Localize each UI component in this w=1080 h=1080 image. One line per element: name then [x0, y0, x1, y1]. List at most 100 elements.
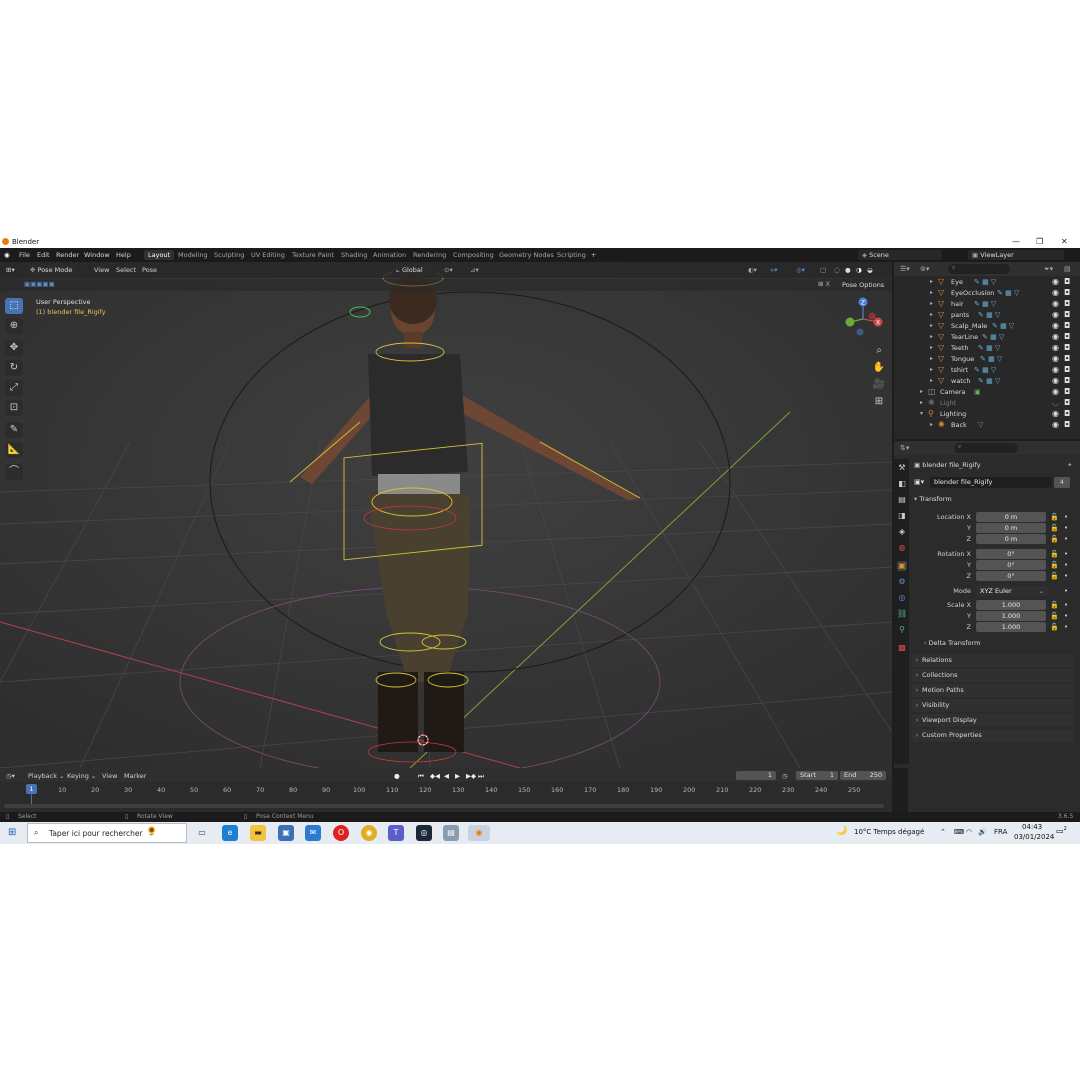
- select-mode-icons[interactable]: ▣▣▣▣▣: [24, 280, 55, 288]
- move-tool[interactable]: ✥: [5, 340, 23, 356]
- visibility-icon[interactable]: ◐▾: [748, 266, 757, 274]
- outliner-editor-icon[interactable]: ☰▾: [900, 265, 910, 273]
- outliner-row[interactable]: ▸ ▽ Teeth ✎ ▦ ▽ ◉ ◘: [894, 343, 1080, 354]
- rotation-z-field[interactable]: 0°: [976, 571, 1046, 581]
- zoom-icon[interactable]: ⌕: [872, 344, 886, 358]
- texture-tab-icon[interactable]: ▩: [897, 643, 907, 653]
- mail-icon[interactable]: ✉: [305, 825, 321, 841]
- menu-help[interactable]: Help: [116, 251, 131, 259]
- tab-shading[interactable]: Shading: [341, 251, 367, 259]
- outliner-row[interactable]: ▸ ▽ Tongue ✎ ▦ ▽ ◉ ◘: [894, 354, 1080, 365]
- menu-file[interactable]: File: [19, 251, 30, 259]
- jump-start-icon[interactable]: ⏮: [418, 772, 424, 781]
- shading-material-icon[interactable]: ◑: [856, 266, 862, 274]
- lock-icon[interactable]: 🔓: [1050, 572, 1059, 580]
- lock-icon[interactable]: 🔓: [1050, 561, 1059, 569]
- viewport-menu-pose[interactable]: Pose: [142, 266, 157, 274]
- motion-paths-panel[interactable]: › Motion Paths: [912, 684, 1074, 697]
- tab-animation[interactable]: Animation: [373, 251, 406, 259]
- current-frame-indicator[interactable]: 1: [26, 784, 37, 794]
- measure-tool[interactable]: 📐: [5, 442, 23, 458]
- tray-chevron-icon[interactable]: ⌃: [940, 828, 946, 836]
- render-tab-icon[interactable]: ◧: [897, 479, 907, 489]
- world-tab-icon[interactable]: ◍: [897, 543, 907, 553]
- shading-wire-icon[interactable]: ◌: [834, 266, 840, 274]
- clock-date[interactable]: 03/01/2024: [1014, 833, 1054, 841]
- outliner-row[interactable]: ▸ ▽ TearLine ✎ ▦ ▽ ◉ ◘: [894, 332, 1080, 343]
- restore-icon[interactable]: ❐: [1036, 237, 1043, 246]
- location-z-field[interactable]: 0 m: [976, 534, 1046, 544]
- current-frame-field[interactable]: 1: [736, 771, 776, 780]
- view-layer-tab-icon[interactable]: ◨: [897, 511, 907, 521]
- outliner-row[interactable]: ▸ ▽ tshirt ✎ ▦ ▽ ◉ ◘: [894, 365, 1080, 376]
- grid-view-icon[interactable]: ⊞: [872, 395, 886, 409]
- timeline-menu-view[interactable]: View: [102, 772, 117, 780]
- keyframe-dot-icon[interactable]: •: [1064, 550, 1068, 558]
- preview-range-icon[interactable]: ◷: [782, 772, 788, 780]
- lock-icon[interactable]: 🔓: [1050, 535, 1059, 543]
- scale-z-field[interactable]: 1.000: [976, 622, 1046, 632]
- 3d-viewport[interactable]: ⊞▾ ✥ Pose Mode View Select Pose ⟀ Global…: [0, 262, 892, 768]
- mode-selector[interactable]: ✥ Pose Mode: [26, 264, 78, 275]
- lock-icon[interactable]: 🔓: [1050, 612, 1059, 620]
- rotation-y-field[interactable]: 0°: [976, 560, 1046, 570]
- timeline-editor-icon[interactable]: ◷▾: [6, 772, 15, 780]
- keyframe-dot-icon[interactable]: •: [1064, 524, 1068, 532]
- rotation-x-field[interactable]: 0°: [976, 549, 1046, 559]
- task-view-icon[interactable]: ▭: [194, 825, 210, 841]
- location-y-field[interactable]: 0 m: [976, 523, 1046, 533]
- cursor-tool[interactable]: ⊕: [5, 318, 23, 334]
- gizmo-toggle-icon[interactable]: ⟡▾: [770, 266, 778, 275]
- custom-properties-panel[interactable]: › Custom Properties: [912, 729, 1074, 742]
- mirror-icon[interactable]: ⊠ X: [818, 280, 830, 288]
- notification-icon[interactable]: ▭2: [1056, 826, 1067, 836]
- object-datablock-icon[interactable]: ▣▾: [914, 478, 924, 486]
- opera-icon[interactable]: O: [333, 825, 349, 841]
- transform-panel-header[interactable]: ▾ Transform: [914, 495, 952, 503]
- pin-icon[interactable]: ✦: [1067, 461, 1072, 469]
- collections-panel[interactable]: › Collections: [912, 669, 1074, 682]
- tab-geometry-nodes[interactable]: Geometry Nodes: [499, 251, 554, 259]
- outliner-row[interactable]: ▸ ✺ Light ◡ ◘: [894, 398, 1080, 409]
- tab-layout[interactable]: Layout: [144, 250, 175, 260]
- clock-time[interactable]: 04:43: [1022, 823, 1042, 831]
- viewlayer-selector[interactable]: ▣ ViewLayer: [968, 250, 1064, 260]
- bone-tool[interactable]: ⌒: [5, 464, 23, 480]
- timeline-scrollbar[interactable]: [4, 804, 884, 808]
- minimize-icon[interactable]: —: [1012, 237, 1020, 246]
- delta-transform-subpanel[interactable]: › Delta Transform: [924, 639, 980, 647]
- viewport-display-panel[interactable]: › Viewport Display: [912, 714, 1074, 727]
- volume-icon[interactable]: 🔊: [978, 828, 987, 836]
- pose-options-button[interactable]: Pose Options: [838, 279, 888, 290]
- xray-icon[interactable]: ▢: [820, 266, 826, 274]
- tab-uv-editing[interactable]: UV Editing: [251, 251, 285, 259]
- menu-window[interactable]: Window: [84, 251, 110, 259]
- play-reverse-icon[interactable]: ◀: [444, 772, 449, 780]
- blender-menu-icon[interactable]: ◉: [4, 251, 10, 259]
- filter-icon[interactable]: ⏷▾: [1044, 265, 1053, 274]
- weather-text[interactable]: 10°C Temps dégagé: [854, 828, 924, 836]
- properties-editor-icon[interactable]: ⇅▾: [900, 444, 909, 452]
- tab-compositing[interactable]: Compositing: [453, 251, 494, 259]
- outliner-row[interactable]: ▸ ✺ Back ▽ ◉ ◘: [894, 420, 1080, 431]
- timeline-menu-playback[interactable]: Playback ⌄: [28, 772, 65, 780]
- chrome-icon[interactable]: ◉: [361, 825, 377, 841]
- users-count[interactable]: 4: [1054, 477, 1070, 488]
- transform-tool[interactable]: ⊡: [5, 400, 23, 416]
- tab-modeling[interactable]: Modeling: [178, 251, 208, 259]
- tab-rendering[interactable]: Rendering: [413, 251, 446, 259]
- close-icon[interactable]: ✕: [1061, 237, 1068, 246]
- store-icon[interactable]: ▣: [278, 825, 294, 841]
- relations-panel[interactable]: › Relations: [912, 654, 1074, 667]
- shading-solid-icon[interactable]: ●: [845, 266, 851, 274]
- editor-type-icon[interactable]: ⊞▾: [6, 266, 15, 274]
- scale-x-field[interactable]: 1.000: [976, 600, 1046, 610]
- keyframe-dot-icon[interactable]: •: [1064, 572, 1068, 580]
- keyframe-dot-icon[interactable]: •: [1064, 513, 1068, 521]
- physics-tab-icon[interactable]: ◎: [897, 593, 907, 603]
- outliner-display-icon[interactable]: ⊚▾: [920, 265, 929, 273]
- snap-icon[interactable]: ⊿▾: [470, 266, 479, 274]
- pan-hand-icon[interactable]: ✋: [872, 361, 886, 375]
- wifi-icon[interactable]: ◠: [966, 828, 972, 836]
- timeline-menu-keying[interactable]: Keying ⌄: [67, 772, 96, 780]
